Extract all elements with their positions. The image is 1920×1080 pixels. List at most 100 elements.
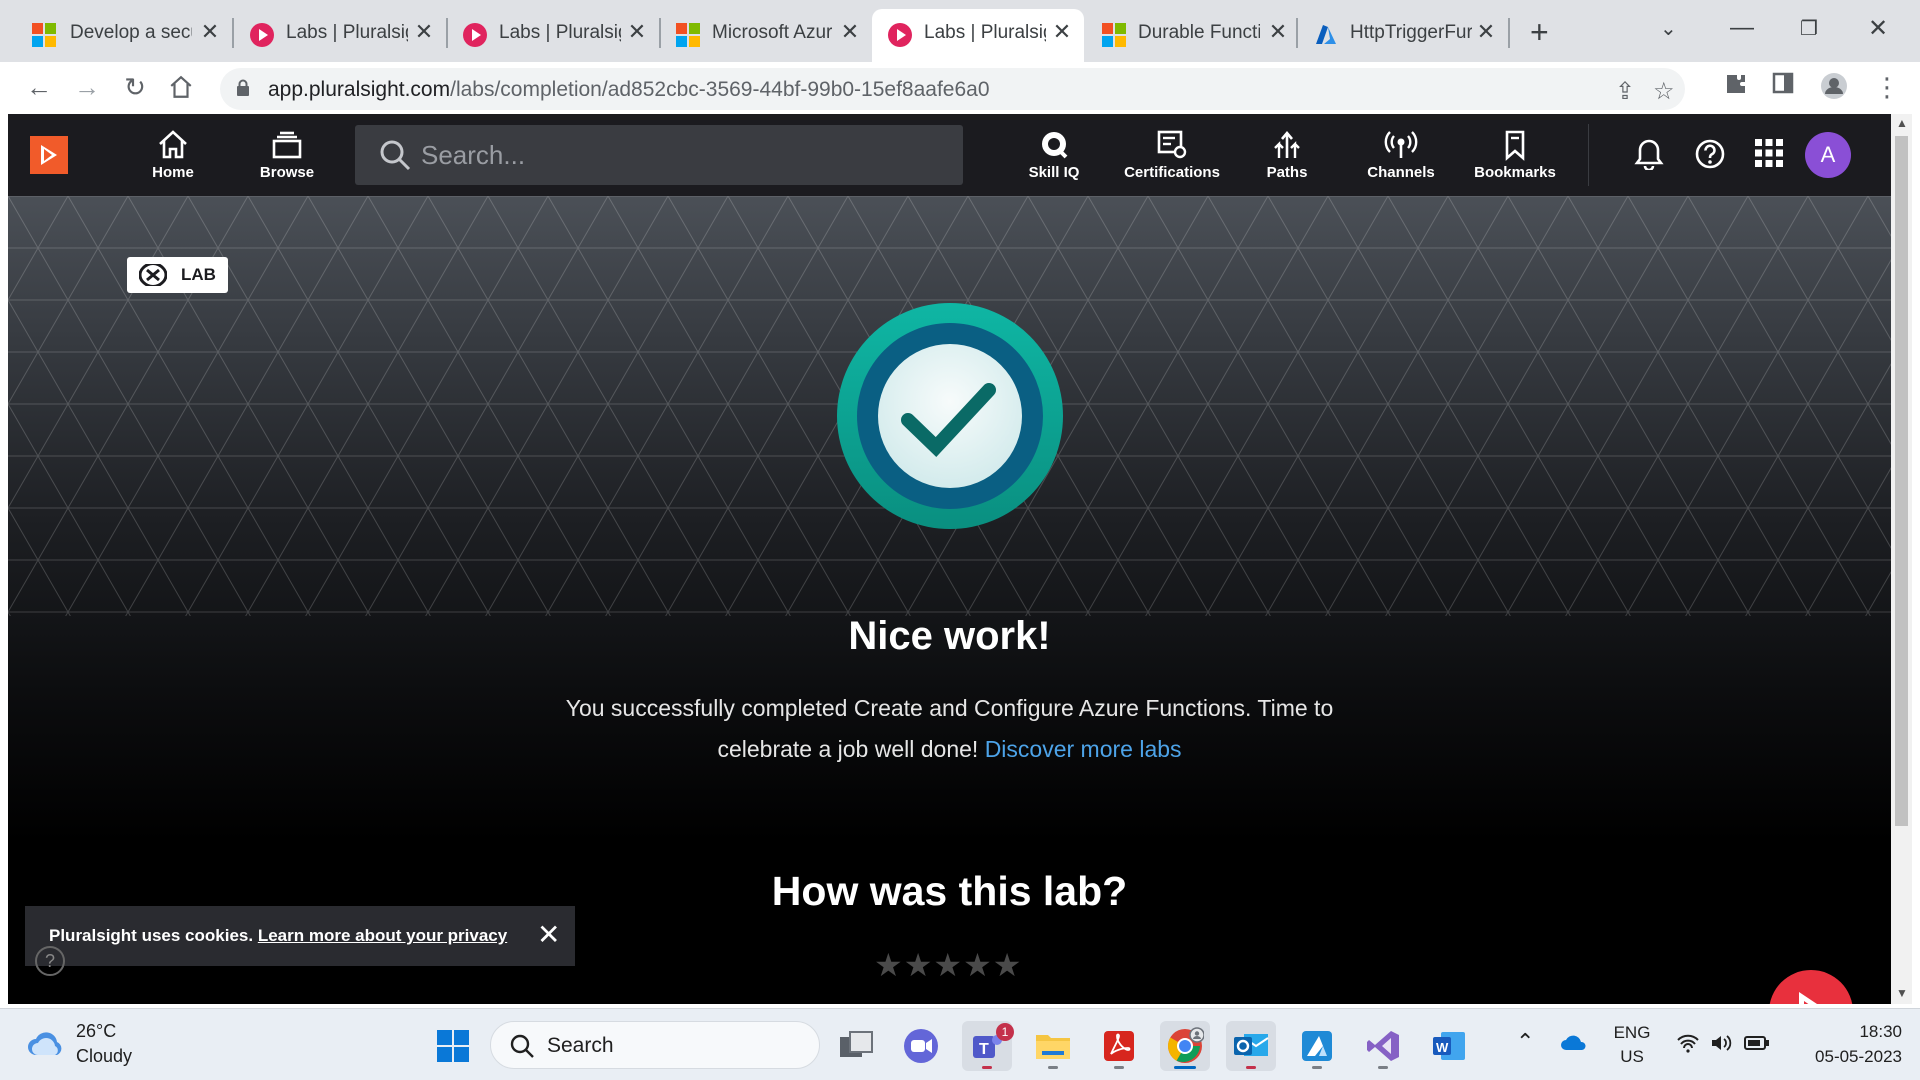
clock-date[interactable]: 05-05-2023 bbox=[1796, 1047, 1902, 1067]
close-window-button[interactable]: ✕ bbox=[1868, 14, 1888, 43]
nav-skill-iq[interactable]: Skill IQ bbox=[999, 128, 1109, 181]
browser-tab[interactable]: Develop a secu ✕ bbox=[0, 9, 230, 62]
search-icon bbox=[379, 139, 411, 176]
minimize-button[interactable]: — bbox=[1730, 14, 1754, 42]
help-chat-icon[interactable]: ? bbox=[35, 946, 65, 976]
side-panel-icon[interactable] bbox=[1772, 72, 1794, 101]
home-icon bbox=[118, 128, 228, 162]
extensions-icon[interactable] bbox=[1724, 72, 1748, 103]
start-button[interactable] bbox=[428, 1021, 478, 1071]
zoom-meeting-icon[interactable] bbox=[896, 1021, 946, 1071]
clock-time[interactable]: 18:30 bbox=[1826, 1022, 1902, 1042]
pluralsight-fab-button[interactable] bbox=[1769, 970, 1853, 1004]
pluralsight-header: Home Browse Search... Skill IQ Certifica… bbox=[8, 114, 1891, 196]
completion-check-icon bbox=[836, 302, 1064, 530]
address-bar[interactable]: app.pluralsight.com/labs/completion/ad85… bbox=[220, 68, 1685, 110]
tab-search-icon[interactable]: ⌄ bbox=[1660, 16, 1677, 41]
skill-iq-icon bbox=[999, 128, 1109, 162]
outlook-icon[interactable] bbox=[1226, 1021, 1276, 1071]
privacy-link[interactable]: Learn more about your privacy bbox=[258, 926, 507, 945]
share-icon[interactable]: ⇪ bbox=[1615, 77, 1635, 106]
nav-browse[interactable]: Browse bbox=[232, 128, 342, 181]
nav-paths[interactable]: Paths bbox=[1232, 128, 1342, 181]
rating-star[interactable]: ★ bbox=[933, 947, 963, 983]
nav-channels-label: Channels bbox=[1367, 164, 1435, 181]
profile-icon[interactable] bbox=[1820, 72, 1848, 107]
page-title: Nice work! bbox=[848, 614, 1051, 658]
forward-button[interactable]: → bbox=[72, 72, 102, 102]
bookmark-star-icon[interactable]: ☆ bbox=[1653, 77, 1675, 106]
task-view-icon[interactable] bbox=[832, 1021, 882, 1071]
menu-icon[interactable]: ⋮ bbox=[1874, 72, 1900, 103]
running-indicator bbox=[1048, 1066, 1058, 1069]
browser-tab[interactable]: Durable Functi ✕ bbox=[1084, 9, 1304, 62]
language-bottom[interactable]: US bbox=[1612, 1047, 1652, 1067]
browser-tab[interactable]: HttpTriggerFur ✕ bbox=[1296, 9, 1510, 62]
url-path: /labs/completion/ad852cbc-3569-44bf-99b0… bbox=[450, 78, 990, 101]
language-top[interactable]: ENG bbox=[1612, 1023, 1652, 1043]
close-tab-icon[interactable]: ✕ bbox=[1266, 20, 1290, 44]
active-indicator bbox=[1174, 1066, 1196, 1069]
tab-title: Labs | Pluralsig bbox=[286, 22, 408, 43]
show-hidden-icons[interactable]: ⌃ bbox=[1516, 1029, 1534, 1055]
discover-more-labs-link[interactable]: Discover more labs bbox=[985, 736, 1182, 762]
nav-paths-label: Paths bbox=[1266, 164, 1308, 181]
browser-tab[interactable]: Microsoft Azur ✕ bbox=[640, 9, 870, 62]
acrobat-icon[interactable] bbox=[1094, 1021, 1144, 1071]
browser-tab[interactable]: Labs | Pluralsig ✕ bbox=[214, 9, 444, 62]
new-tab-button[interactable]: + bbox=[1530, 16, 1549, 48]
paths-icon bbox=[1232, 128, 1342, 162]
reload-button[interactable]: ↻ bbox=[120, 72, 150, 102]
home-button[interactable] bbox=[166, 72, 196, 102]
close-cookie-button[interactable]: ✕ bbox=[537, 920, 560, 950]
lock-icon[interactable] bbox=[236, 79, 250, 97]
nav-bookmarks[interactable]: Bookmarks bbox=[1460, 128, 1570, 181]
restore-button[interactable]: ❐ bbox=[1800, 16, 1818, 41]
nav-bookmarks-label: Bookmarks bbox=[1474, 164, 1556, 181]
star-rating[interactable]: ★★★★★ bbox=[874, 946, 1022, 984]
close-tab-icon[interactable]: ✕ bbox=[1050, 20, 1074, 44]
rating-star[interactable]: ★ bbox=[904, 947, 934, 983]
nav-home[interactable]: Home bbox=[118, 128, 228, 181]
nav-channels[interactable]: Channels bbox=[1346, 128, 1456, 181]
scroll-down-icon[interactable]: ▼ bbox=[1896, 986, 1908, 1000]
notifications-icon[interactable] bbox=[1634, 138, 1664, 175]
teams-icon[interactable]: T 1 bbox=[962, 1021, 1014, 1071]
apps-grid-icon[interactable] bbox=[1754, 138, 1784, 173]
weather-description[interactable]: Cloudy bbox=[76, 1046, 132, 1067]
scrollbar-thumb[interactable] bbox=[1895, 136, 1908, 826]
word-icon[interactable]: W bbox=[1424, 1021, 1474, 1071]
nav-certifications[interactable]: Certifications bbox=[1107, 128, 1237, 181]
browse-icon bbox=[232, 128, 342, 162]
running-indicator bbox=[1246, 1066, 1256, 1069]
rating-star[interactable]: ★ bbox=[963, 947, 993, 983]
onedrive-icon[interactable] bbox=[1560, 1033, 1588, 1056]
wifi-icon[interactable] bbox=[1676, 1033, 1700, 1058]
close-tab-icon[interactable]: ✕ bbox=[1474, 20, 1498, 44]
volume-icon[interactable] bbox=[1710, 1033, 1734, 1058]
rating-star[interactable]: ★ bbox=[993, 947, 1023, 983]
cloud-icon[interactable] bbox=[26, 1029, 66, 1062]
search-input[interactable]: Search... bbox=[355, 125, 963, 185]
back-button[interactable]: ← bbox=[24, 72, 54, 102]
weather-temperature[interactable]: 26°C bbox=[76, 1021, 116, 1042]
pluralsight-icon bbox=[250, 23, 274, 47]
browser-tab[interactable]: Labs | Pluralsig ✕ bbox=[427, 9, 657, 62]
help-icon[interactable] bbox=[1694, 138, 1726, 175]
nav-browse-label: Browse bbox=[259, 164, 315, 181]
page-scrollbar[interactable]: ▲ ▼ bbox=[1891, 114, 1912, 1004]
rating-star[interactable]: ★ bbox=[874, 947, 904, 983]
chrome-icon[interactable] bbox=[1160, 1021, 1210, 1071]
file-explorer-icon[interactable] bbox=[1028, 1021, 1078, 1071]
pluralsight-logo[interactable] bbox=[30, 136, 68, 174]
running-indicator bbox=[1114, 1066, 1124, 1069]
close-tab-icon[interactable]: ✕ bbox=[838, 20, 862, 44]
scroll-up-icon[interactable]: ▲ bbox=[1896, 116, 1908, 130]
visual-studio-icon[interactable] bbox=[1358, 1021, 1408, 1071]
avatar[interactable]: A bbox=[1805, 132, 1851, 178]
azure-tool-icon[interactable] bbox=[1292, 1021, 1342, 1071]
browser-tab-active[interactable]: Labs | Pluralsig ✕ bbox=[872, 9, 1084, 62]
battery-icon[interactable] bbox=[1744, 1035, 1770, 1056]
url-text[interactable]: app.pluralsight.com/labs/completion/ad85… bbox=[268, 78, 990, 102]
taskbar-search[interactable]: Search bbox=[490, 1021, 820, 1069]
